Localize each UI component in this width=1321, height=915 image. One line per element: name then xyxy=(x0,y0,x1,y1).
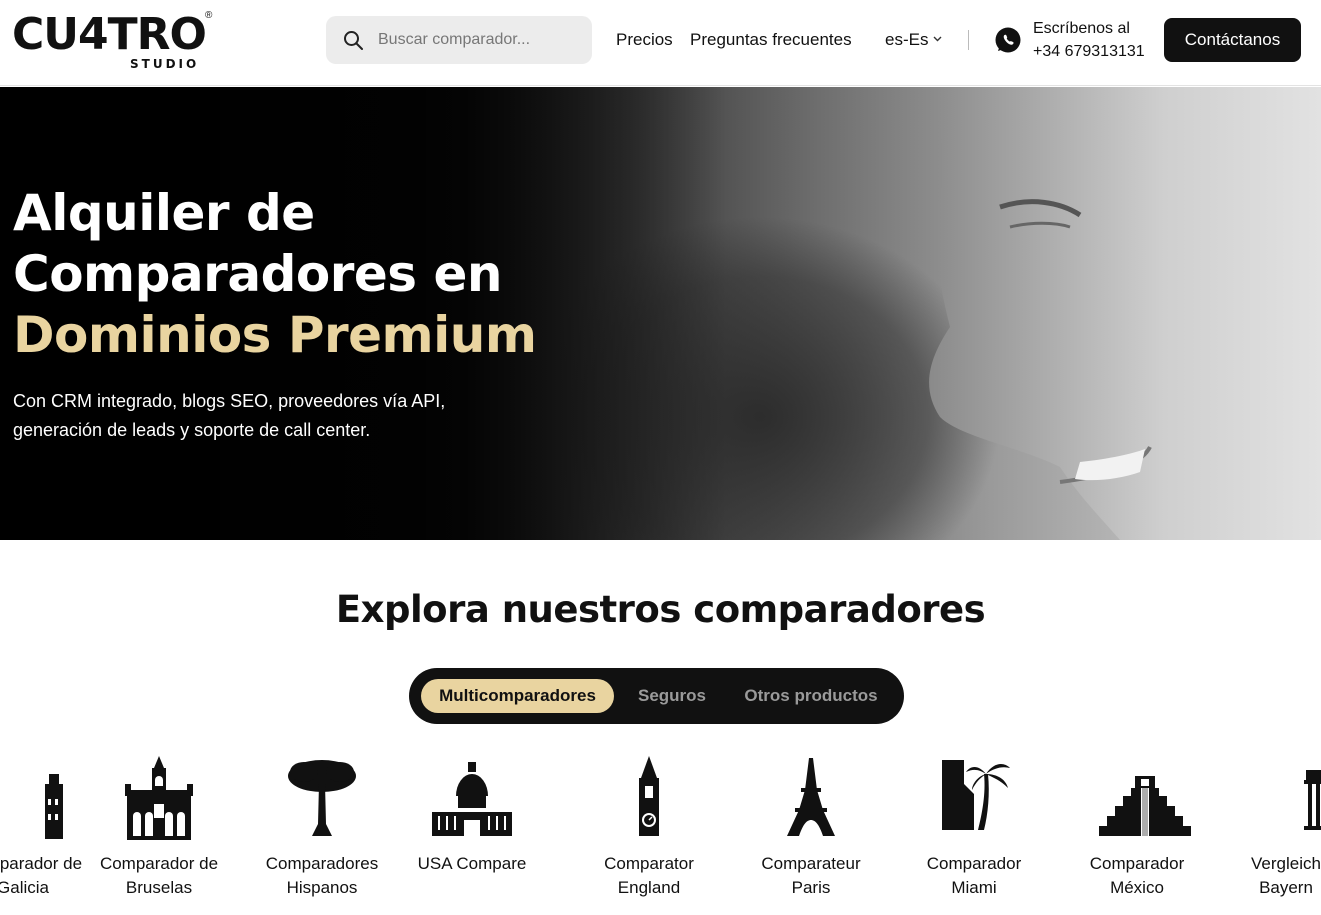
whatsapp-phone: +34 679313131 xyxy=(1033,43,1145,60)
logo[interactable]: CU4TRO ® STUDIO xyxy=(12,10,217,72)
comparator-label: Comparadores Hispanos xyxy=(242,852,402,900)
comparator-item[interactable]: Comparador México xyxy=(1057,750,1217,915)
comparators-carousel: Comparador de Galicia Comparador de Brus… xyxy=(0,750,1321,915)
header-divider xyxy=(968,30,969,50)
logo-subtitle: STUDIO xyxy=(130,57,200,71)
hero-title-line-2: Comparadores en xyxy=(13,245,502,303)
pyramid-icon xyxy=(1099,776,1191,836)
brussels-cathedral-icon xyxy=(125,756,193,840)
eiffel-tower-icon xyxy=(787,758,835,836)
hero-title-line-1: Alquiler de xyxy=(13,184,315,242)
whatsapp-contact[interactable]: Escríbenos al +34 679313131 xyxy=(1033,17,1145,63)
building-icon xyxy=(45,774,63,839)
comparator-label-line-1: Comparador xyxy=(926,854,1022,873)
hero-title-highlight: Dominios Premium xyxy=(13,306,537,364)
comparator-label: Comparador Miami xyxy=(894,852,1054,900)
comparator-item[interactable]: Comparador Miami xyxy=(894,750,1054,915)
comparator-label: Vergleich Bayern xyxy=(1206,852,1321,900)
palm-tree-icon xyxy=(942,760,1010,830)
comparator-label-line-2: México xyxy=(1110,878,1164,897)
tree-icon xyxy=(288,760,356,836)
comparator-label: USA Compare xyxy=(392,852,552,876)
comparator-label: Comparador México xyxy=(1057,852,1217,900)
comparator-label-line-2: Hispanos xyxy=(286,878,358,897)
chevron-down-icon[interactable] xyxy=(933,36,942,42)
comparator-label-line-1: Comparador xyxy=(1089,854,1185,873)
comparator-label-line-1: Comparador de xyxy=(99,854,219,873)
comparator-label-line-2: Bayern xyxy=(1259,878,1313,897)
language-selector[interactable]: es-Es xyxy=(885,30,928,50)
search-icon xyxy=(344,31,363,50)
capitol-icon xyxy=(432,762,512,836)
comparator-item[interactable]: Comparadores Hispanos xyxy=(242,750,402,915)
logo-wordmark: CU4TRO xyxy=(12,9,207,60)
comparator-label-line-1: Comparadores xyxy=(265,854,379,873)
registered-mark: ® xyxy=(205,10,213,21)
contact-button[interactable]: Contáctanos xyxy=(1164,18,1301,62)
hero-title: Alquiler de Comparadores en Dominios Pre… xyxy=(13,183,537,366)
comparator-label-line-2: Paris xyxy=(791,878,831,897)
comparator-label: Comparateur Paris xyxy=(731,852,891,900)
comparator-label-line-1: USA Compare xyxy=(417,854,527,873)
comparator-item[interactable]: Comparador de Bruselas xyxy=(79,750,239,915)
hero-subtitle: Con CRM integrado, blogs SEO, proveedore… xyxy=(13,391,446,440)
comparator-label-line-2: Miami xyxy=(951,878,997,897)
comparator-item[interactable]: Vergleich Bayern xyxy=(1206,750,1321,915)
gate-icon xyxy=(1304,770,1321,830)
category-tabs: Multicomparadores Seguros Otros producto… xyxy=(409,668,904,724)
search-input[interactable] xyxy=(378,26,578,54)
nav-link-precios[interactable]: Precios xyxy=(616,30,673,50)
tab-multicomparadores[interactable]: Multicomparadores xyxy=(421,679,614,713)
comparator-label-line-1: Comparateur xyxy=(761,854,861,873)
comparator-label-line-2: England xyxy=(617,878,681,897)
comparator-label-line-2: Bruselas xyxy=(125,878,193,897)
hero-banner: Alquiler de Comparadores en Dominios Pre… xyxy=(0,87,1321,540)
tab-seguros[interactable]: Seguros xyxy=(624,679,720,713)
search-bar[interactable] xyxy=(326,16,592,64)
comparator-label: Comparator England xyxy=(569,852,729,900)
nav-link-preguntas-frecuentes[interactable]: Preguntas frecuentes xyxy=(690,30,852,50)
comparator-label-line-1: Comparator xyxy=(604,854,694,873)
site-header: CU4TRO ® STUDIO Precios Preguntas frecue… xyxy=(0,0,1321,86)
comparator-item[interactable]: Comparateur Paris xyxy=(731,750,891,915)
comparator-label: Comparador de Bruselas xyxy=(79,852,239,900)
comparator-item[interactable]: USA Compare xyxy=(392,750,552,915)
section-title: Explora nuestros comparadores xyxy=(335,588,986,631)
whatsapp-icon[interactable] xyxy=(994,26,1022,54)
big-ben-icon xyxy=(639,756,659,836)
comparator-label-line-1: Vergleich xyxy=(1251,854,1321,873)
whatsapp-line-1: Escríbenos al xyxy=(1033,20,1130,37)
tab-otros-productos[interactable]: Otros productos xyxy=(730,679,892,713)
comparator-item[interactable]: Comparator England xyxy=(569,750,729,915)
